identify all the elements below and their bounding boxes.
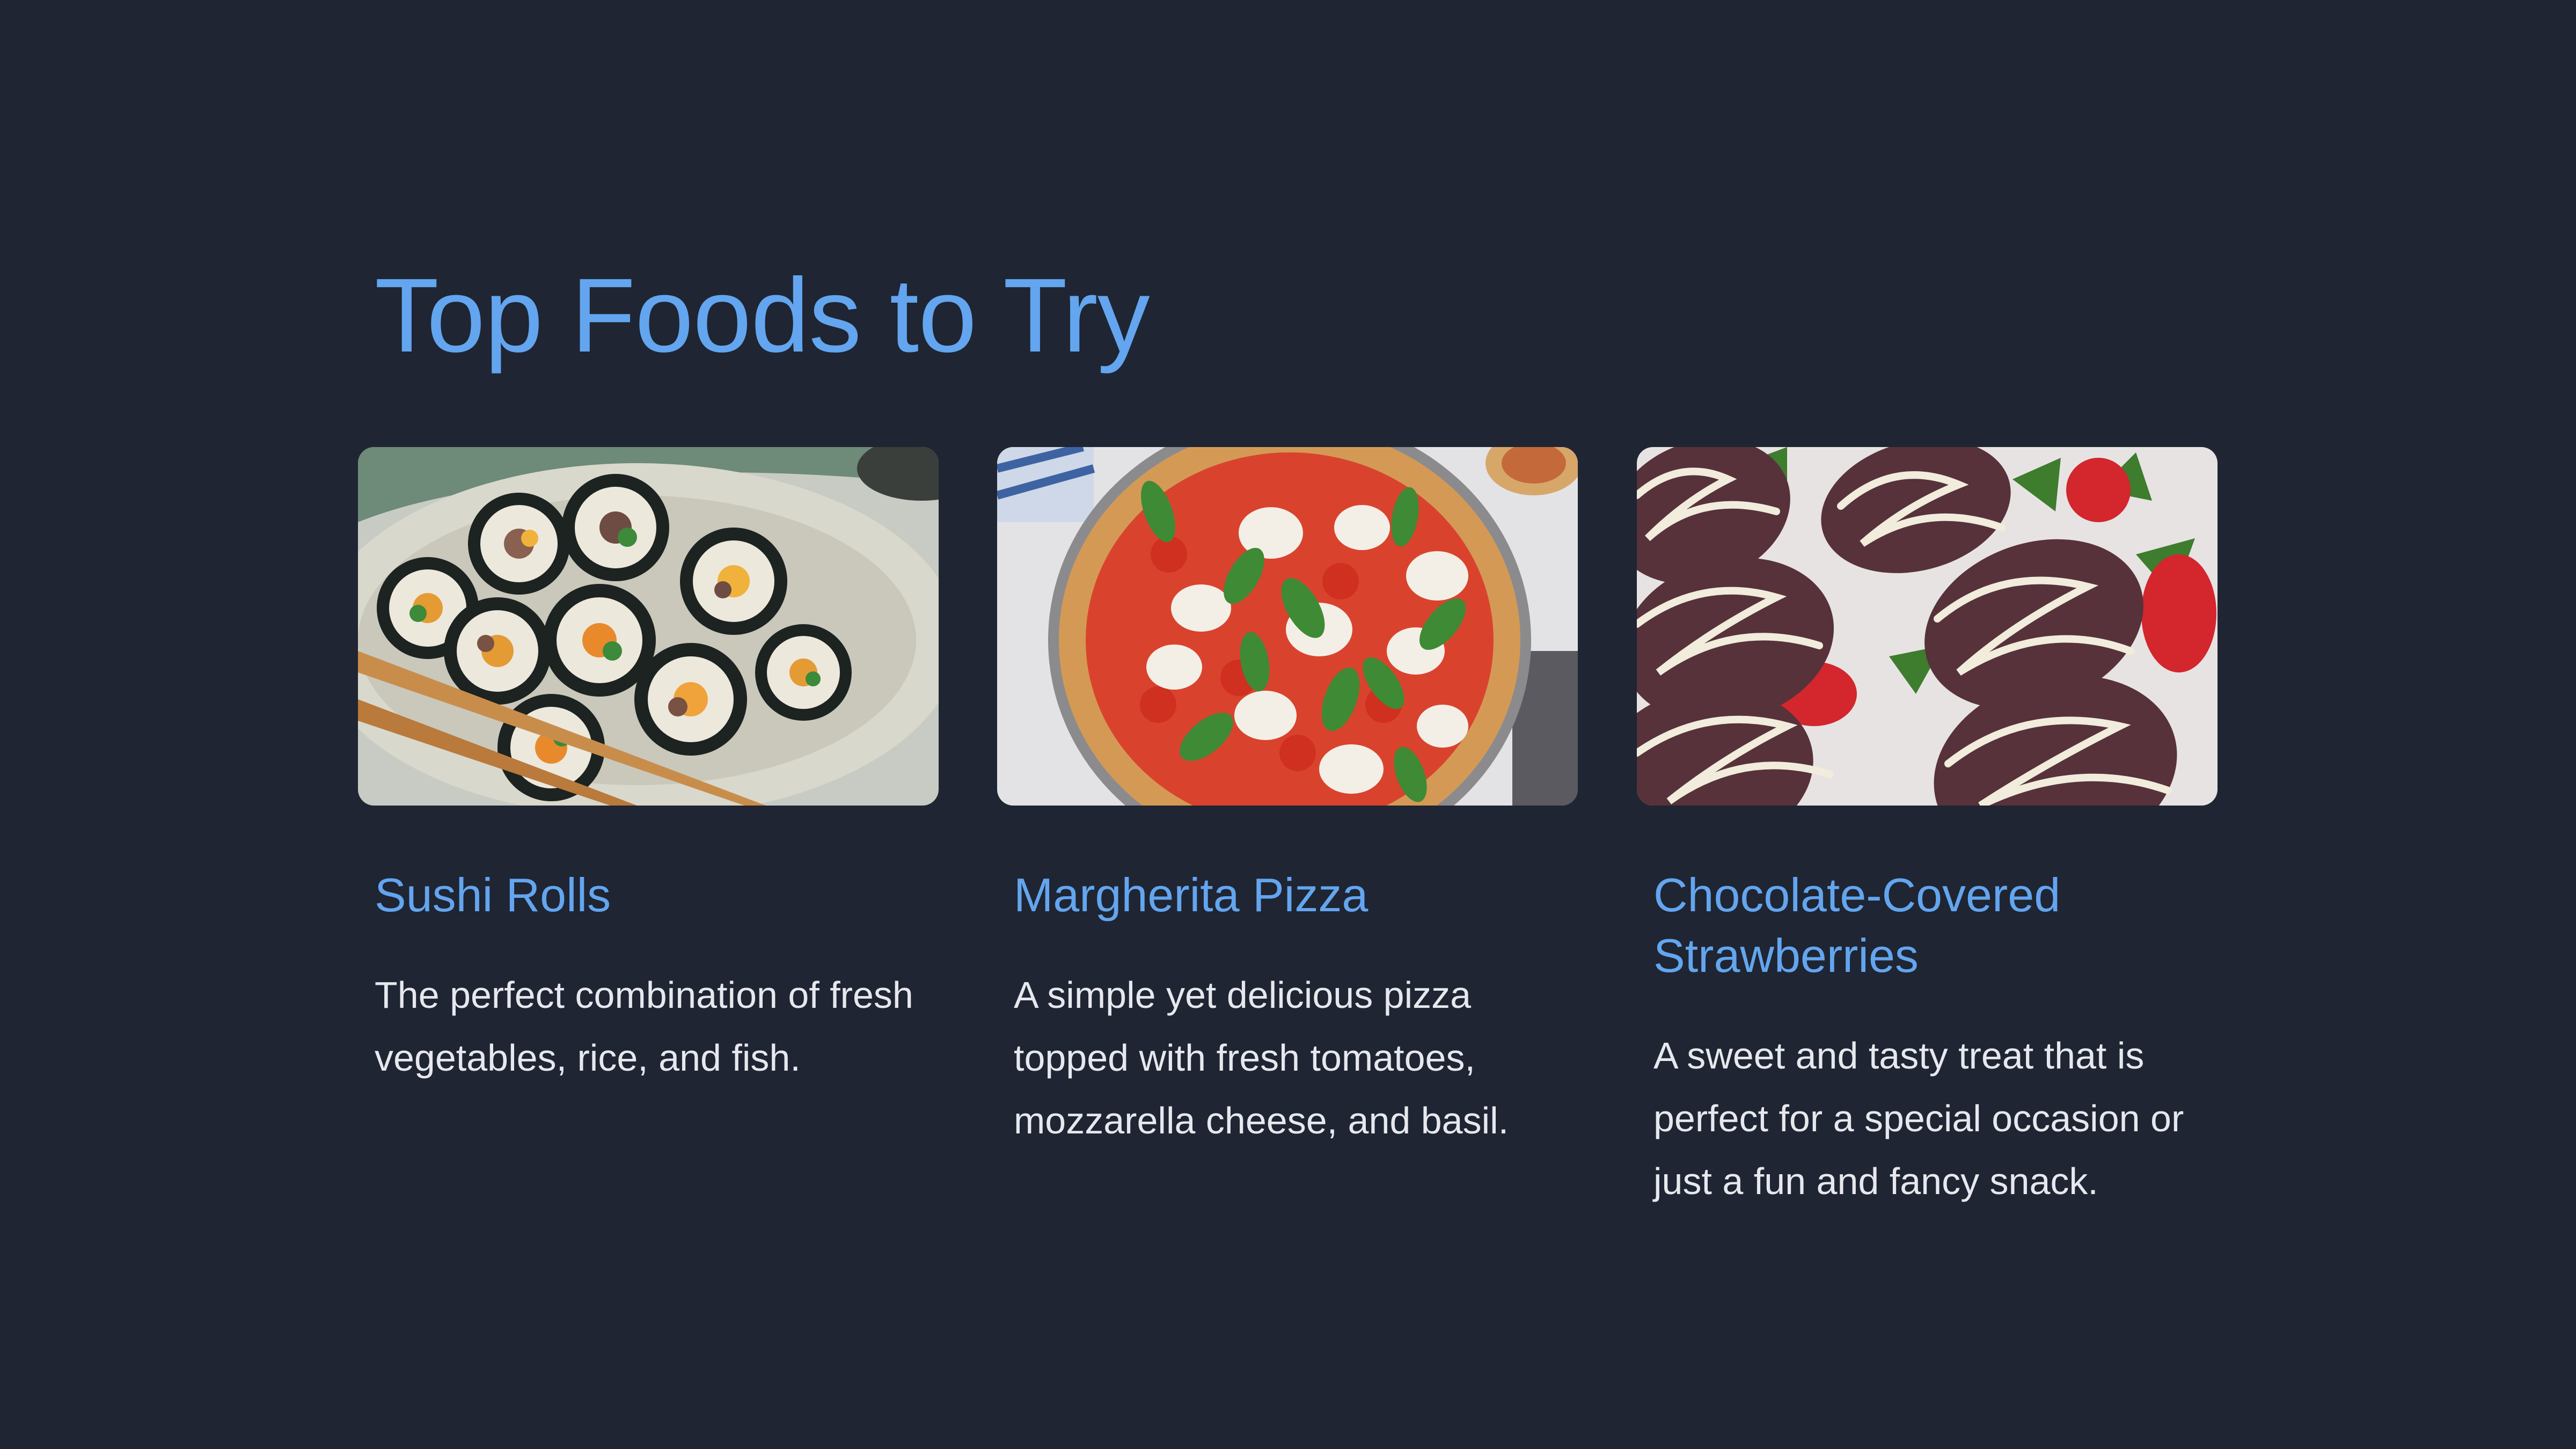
card-title: Sushi Rolls	[375, 868, 611, 921]
card-description: The perfect combination of fresh vegetab…	[375, 974, 913, 1079]
food-card-sushi: Sushi Rolls The perfect combination of f…	[358, 447, 939, 1089]
chocolate-strawberries-image	[1637, 447, 2218, 806]
food-card-strawberries: Chocolate-Covered Strawberries A sweet a…	[1637, 447, 2218, 1213]
sushi-rolls-image	[358, 447, 939, 806]
card-title: Chocolate-Covered Strawberries	[1653, 868, 2061, 982]
card-description: A sweet and tasty treat that is perfect …	[1653, 1035, 2184, 1202]
page-title: Top Foods to Try	[375, 257, 1150, 374]
card-title: Margherita Pizza	[1014, 868, 1368, 921]
card-description: A simple yet delicious pizza topped with…	[1014, 974, 1509, 1141]
margherita-pizza-image	[997, 447, 1578, 806]
food-card-pizza: Margherita Pizza A simple yet delicious …	[997, 447, 1578, 1152]
